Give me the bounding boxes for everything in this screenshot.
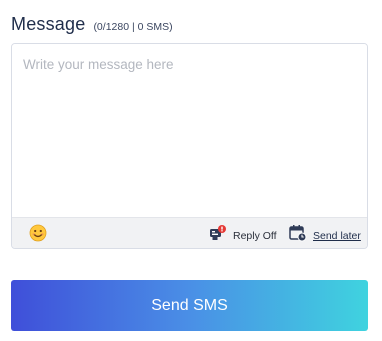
message-box: Reply Off Send later bbox=[11, 43, 368, 249]
send-later-link[interactable]: Send later bbox=[313, 230, 361, 242]
character-counter: (0/1280 | 0 SMS) bbox=[93, 21, 173, 33]
emoji-icon[interactable] bbox=[29, 224, 47, 242]
reply-toggle-label: Reply Off bbox=[233, 229, 277, 242]
message-title: Message bbox=[11, 14, 86, 34]
message-toolbar: Reply Off Send later bbox=[12, 217, 367, 248]
sms-composer: Message (0/1280 | 0 SMS) Write your mess… bbox=[0, 0, 382, 341]
message-input[interactable] bbox=[12, 44, 367, 216]
send-later-button[interactable]: Send later bbox=[289, 224, 361, 247]
message-header: Message (0/1280 | 0 SMS) bbox=[11, 14, 173, 35]
calendar-clock-icon bbox=[289, 224, 307, 247]
reply-toggle-button[interactable]: Reply Off bbox=[209, 224, 277, 247]
send-sms-button[interactable]: Send SMS bbox=[11, 280, 368, 331]
reply-icon bbox=[209, 224, 227, 247]
